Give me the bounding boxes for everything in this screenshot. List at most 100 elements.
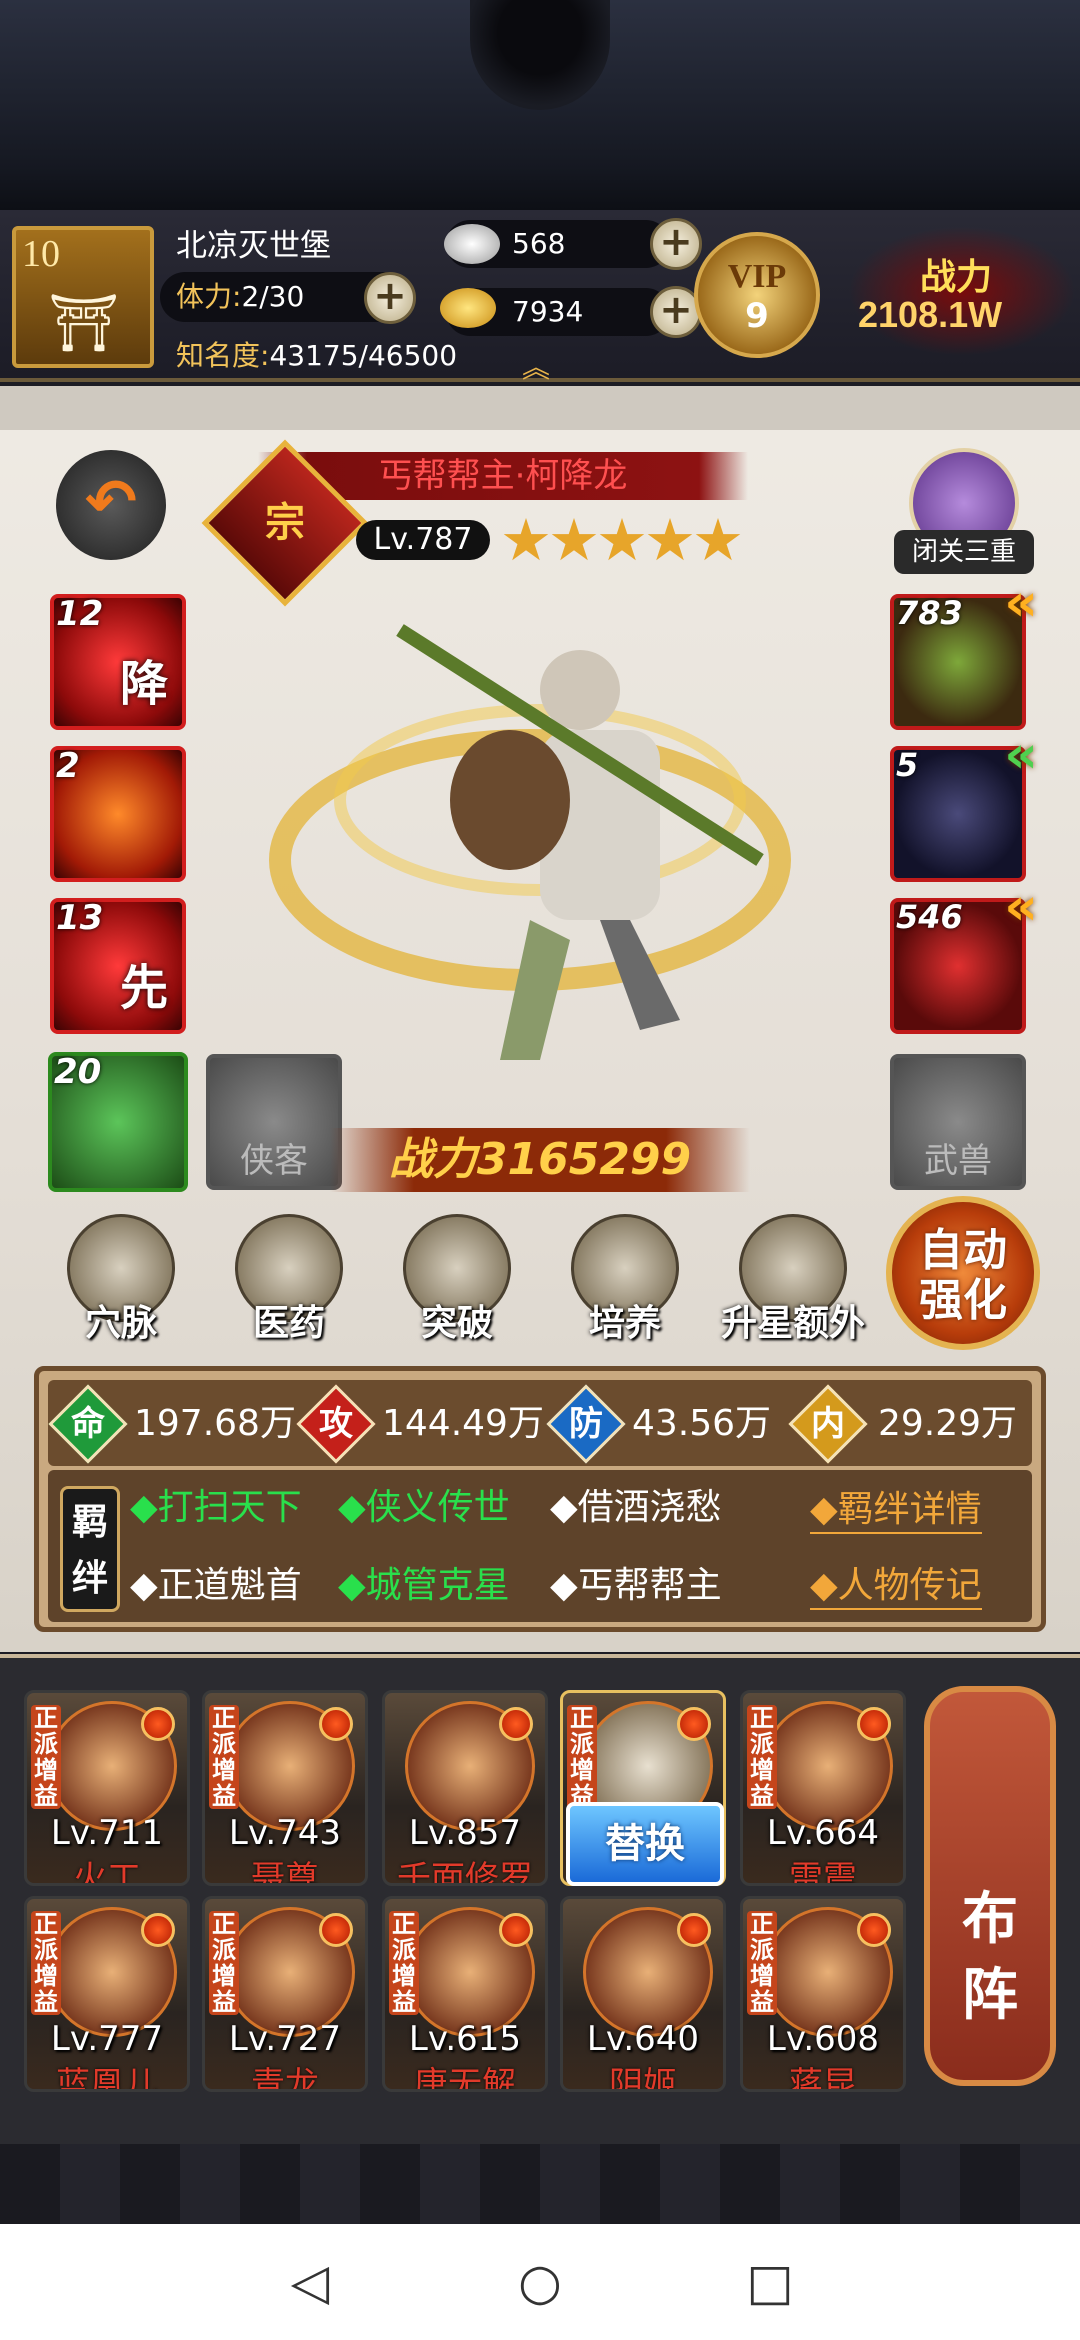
menu-label: 突破 (420, 1303, 493, 1344)
notify-dot-icon (141, 1913, 175, 1947)
breakthrough-button[interactable]: 突破 (392, 1214, 522, 1344)
card-name: 千面修罗 (397, 1859, 533, 1886)
fame-value: 43175/46500 (269, 339, 458, 372)
lineup-card[interactable]: Lv.640 阴姬 (560, 1896, 726, 2092)
bond-label-text: 羁绊 (71, 1502, 108, 1599)
add-silver-button[interactable]: + (650, 218, 702, 270)
lineup-card[interactable]: 正派增益 Lv.743 聂尊 (202, 1690, 368, 1886)
skill-slot-1[interactable]: 12 降 (50, 594, 186, 730)
buff-tag: 正派增益 (567, 1705, 597, 1809)
recents-nav-icon[interactable]: □ (740, 2254, 800, 2314)
add-stamina-button[interactable]: + (364, 272, 416, 324)
lineup-card[interactable]: 正派增益 Lv.615 唐无解 (382, 1896, 548, 2092)
fame-row: 知名度:43175/46500 (176, 334, 457, 374)
card-name: 蓝凰儿 (56, 2065, 158, 2092)
buff-tag: 正派增益 (747, 1911, 777, 2015)
player-avatar[interactable]: 10 ⛩ (12, 226, 154, 368)
card-name: 青龙 (251, 2065, 319, 2092)
bond-details-link[interactable]: ◆羁绊详情 (810, 1480, 982, 1534)
vip-level: 9 (745, 296, 769, 336)
skill-count: 13 (56, 898, 104, 938)
skill-slot-3[interactable]: 13 先 (50, 898, 186, 1034)
auto-enhance-button[interactable]: 自动 强化 (886, 1196, 1040, 1350)
lineup-card[interactable]: 正派增益 Lv.711 火工 (24, 1690, 190, 1886)
back-button[interactable]: ↶ (56, 450, 166, 560)
card-level: Lv.857 (408, 1813, 522, 1853)
roof-ornament (470, 0, 610, 110)
card-name: 唐无解 (414, 2065, 516, 2092)
lineup-card[interactable]: Lv.857 千面修罗 (382, 1690, 548, 1886)
back-nav-icon[interactable]: ◁ (280, 2254, 340, 2314)
menu-label: 升星额外 (720, 1303, 865, 1344)
replace-button[interactable]: 替换 (566, 1802, 724, 1886)
silver-icon (444, 224, 500, 264)
lineup-card[interactable]: 正派增益 Lv.727 青龙 (202, 1896, 368, 2092)
stamina-label: 体力: (176, 280, 242, 313)
medicine-button[interactable]: 医药 (224, 1214, 354, 1344)
train-button[interactable]: 培养 (560, 1214, 690, 1344)
health-glyph: 命 (71, 1404, 105, 1444)
special-count: 20 (54, 1052, 102, 1092)
inner-power-value: 29.29万 (878, 1403, 1018, 1444)
auto-enhance-line2: 强化 (919, 1275, 1007, 1326)
formation-line1: 布 (962, 1887, 1018, 1952)
card-level: Lv.727 (228, 2019, 342, 2059)
bond-item: ◆正道魁首 (130, 1565, 302, 1606)
lineup-card[interactable]: 正派增益 Lv.608 蒋昆 (740, 1896, 906, 2092)
silver-value: 568 (512, 227, 566, 260)
menu-label: 医药 (252, 1303, 325, 1344)
bond-item: ◆打扫天下 (130, 1487, 302, 1528)
card-level: Lv.743 (228, 1813, 342, 1853)
auto-enhance-line1: 自动 (919, 1225, 1007, 1276)
beast-label: 武兽 (924, 1141, 992, 1181)
meridian-button[interactable]: 穴脉 (56, 1214, 186, 1344)
menu-label: 穴脉 (84, 1303, 157, 1344)
player-name: 北凉灭世堡 (176, 228, 331, 264)
notify-dot-icon (857, 1707, 891, 1741)
buff-tag: 正派增益 (31, 1911, 61, 2015)
hero-portrait[interactable] (240, 560, 820, 1120)
defense-glyph: 防 (569, 1404, 603, 1444)
home-nav-icon[interactable]: ○ (510, 2254, 570, 2314)
notify-dot-icon (499, 1707, 533, 1741)
notify-dot-icon (857, 1913, 891, 1947)
biography-link[interactable]: ◆人物传记 (810, 1556, 982, 1610)
companion-label: 侠客 (240, 1141, 308, 1181)
skill-slot-2[interactable]: 2 (50, 746, 186, 882)
seclusion-button[interactable]: 闭关三重 (894, 448, 1034, 578)
buff-tag: 正派增益 (209, 1911, 239, 2015)
seclusion-label: 闭关三重 (894, 530, 1034, 574)
attack-glyph: 攻 (319, 1404, 353, 1444)
menu-label: 培养 (588, 1303, 661, 1344)
card-name: 聂尊 (251, 1859, 319, 1886)
special-slot[interactable]: 20 (48, 1052, 188, 1192)
inner-power-glyph: 内 (811, 1404, 845, 1444)
card-level: Lv.664 (766, 1813, 880, 1853)
card-level: Lv.777 (50, 2019, 164, 2059)
formation-line2: 阵 (962, 1963, 1018, 2028)
hero-power: 战力3165299 (330, 1128, 750, 1192)
lineup-card[interactable]: 正派增益 Lv.664 雷震 (740, 1690, 906, 1886)
health-value: 197.68万 (134, 1403, 296, 1444)
beast-slot[interactable]: 武兽 (890, 1054, 1026, 1190)
equip-count: 783 (896, 594, 963, 632)
power-value: 2108.1W (858, 294, 1003, 335)
lineup-card[interactable]: 正派增益 Lv.777 蓝凰儿 (24, 1896, 190, 2092)
roof-banner (0, 0, 1080, 210)
card-name: 蒋昆 (789, 2065, 857, 2092)
skill-glyph: 降 (119, 656, 168, 712)
card-name: 雷震 (789, 1859, 857, 1886)
bond-item: ◆借酒浇愁 (550, 1487, 722, 1528)
buff-tag: 正派增益 (209, 1705, 239, 1809)
notify-dot-icon (319, 1913, 353, 1947)
expand-chevron-icon[interactable]: ︽ (522, 346, 550, 386)
skill-count: 2 (56, 746, 80, 786)
upgrade-arrow-icon: « (1004, 725, 1038, 785)
companion-slot[interactable]: 侠客 (206, 1054, 342, 1190)
vip-badge[interactable]: VIP 9 (694, 232, 820, 358)
star-extra-button[interactable]: 升星额外 (721, 1214, 865, 1344)
notify-dot-icon (677, 1707, 711, 1741)
bond-item: ◆侠义传世 (338, 1487, 510, 1528)
bond-item: ◆城管克星 (338, 1565, 510, 1606)
formation-button[interactable]: 布阵 (924, 1686, 1056, 2086)
